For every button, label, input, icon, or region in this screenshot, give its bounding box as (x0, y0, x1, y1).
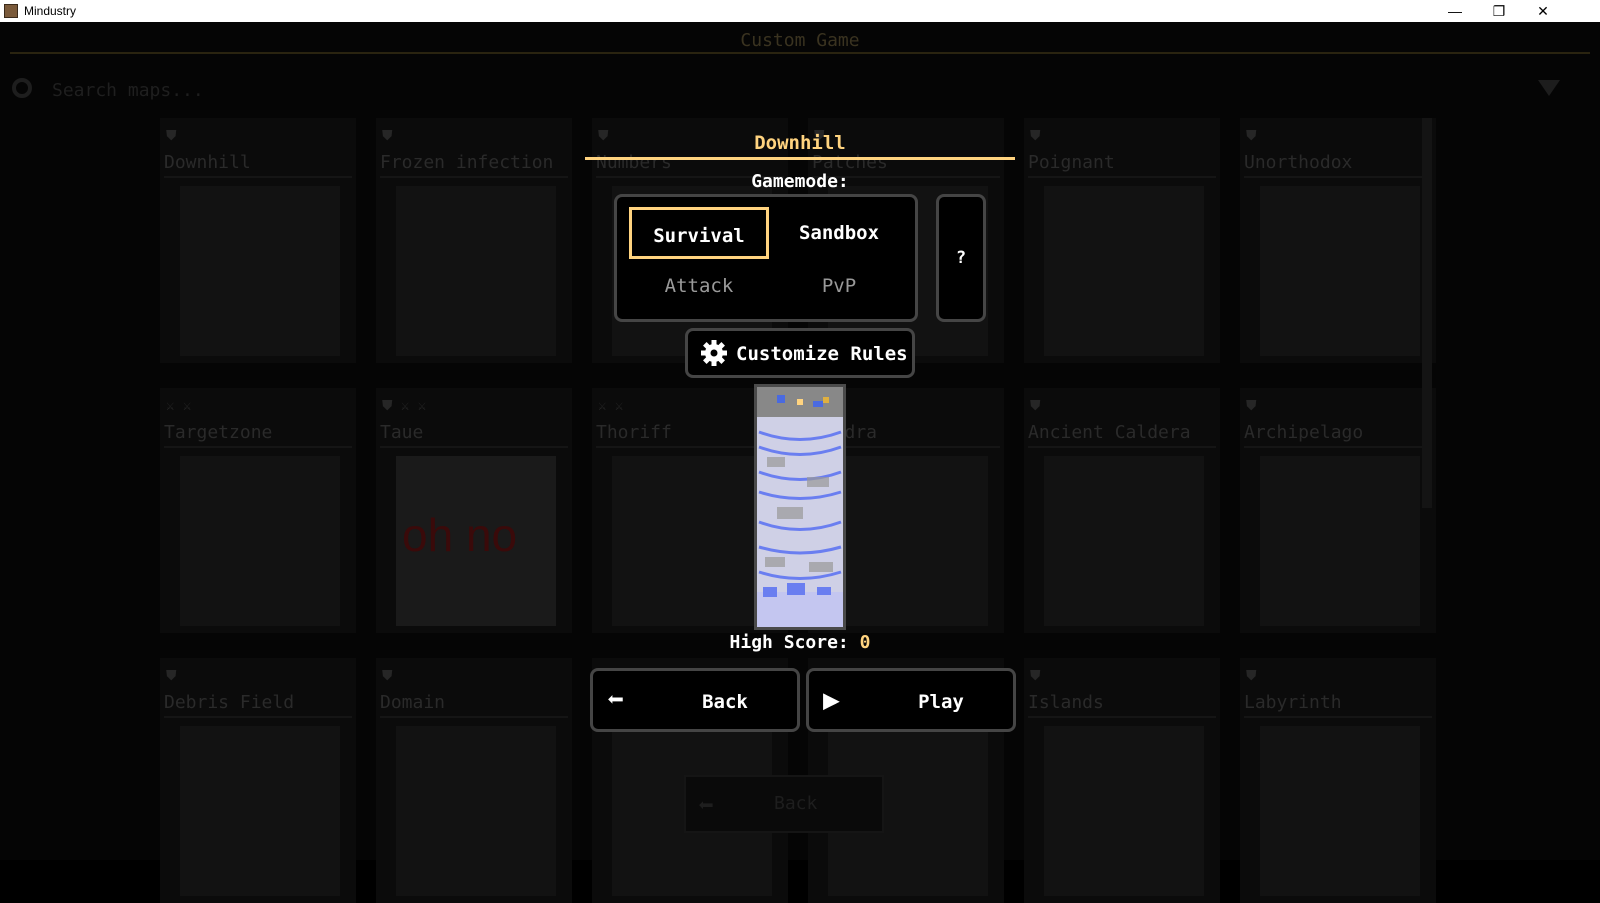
mode-pvp-button[interactable]: PvP (769, 260, 909, 312)
play-button-label: Play (918, 691, 964, 713)
close-button[interactable]: ✕ (1520, 0, 1566, 22)
back-button[interactable]: ⬅ Back (590, 668, 800, 732)
mindustry-icon (4, 4, 18, 18)
customize-rules-label: Customize Rules (736, 343, 908, 365)
dialog-title-divider (585, 157, 1015, 160)
back-arrow-icon: ⬅ (607, 683, 624, 716)
minimize-button[interactable]: — (1432, 0, 1478, 22)
restore-button[interactable]: ❐ (1476, 0, 1522, 22)
gamemode-help-button[interactable]: ? (936, 194, 986, 322)
mode-sandbox-button[interactable]: Sandbox (769, 207, 909, 259)
window-title-bar: Mindustry — ❐ ✕ (0, 0, 1600, 22)
high-score-label: High Score: (729, 632, 849, 653)
play-icon: ▶ (823, 683, 840, 716)
window-title: Mindustry (24, 4, 77, 18)
gamemode-selector: Survival Sandbox Attack PvP (614, 194, 918, 322)
back-button-label: Back (702, 691, 748, 713)
mode-survival-button[interactable]: Survival (629, 207, 769, 259)
map-preview-image (754, 384, 846, 630)
play-button[interactable]: ▶ Play (806, 668, 1016, 732)
map-info-dialog: Downhill Gamemode: Survival Sandbox Atta… (0, 22, 1600, 860)
mode-attack-button[interactable]: Attack (629, 260, 769, 312)
high-score: High Score: 0 (585, 632, 1015, 653)
gamemode-label: Gamemode: (751, 171, 849, 192)
dialog-map-title: Downhill (754, 132, 846, 154)
customize-rules-button[interactable]: Customize Rules (685, 328, 915, 378)
gear-icon (701, 340, 727, 366)
high-score-value: 0 (859, 632, 871, 653)
